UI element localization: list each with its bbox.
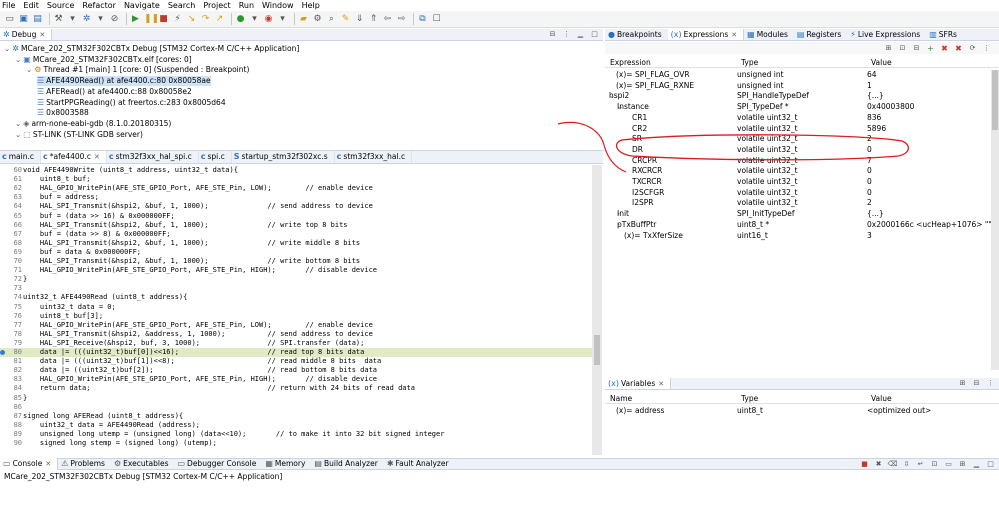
annotation-arrow-curve (557, 121, 627, 173)
annotation-overlay (557, 121, 909, 173)
ide-window: File Edit Source Refactor Navigate Searc… (0, 0, 999, 517)
annotation-circle (615, 134, 909, 161)
